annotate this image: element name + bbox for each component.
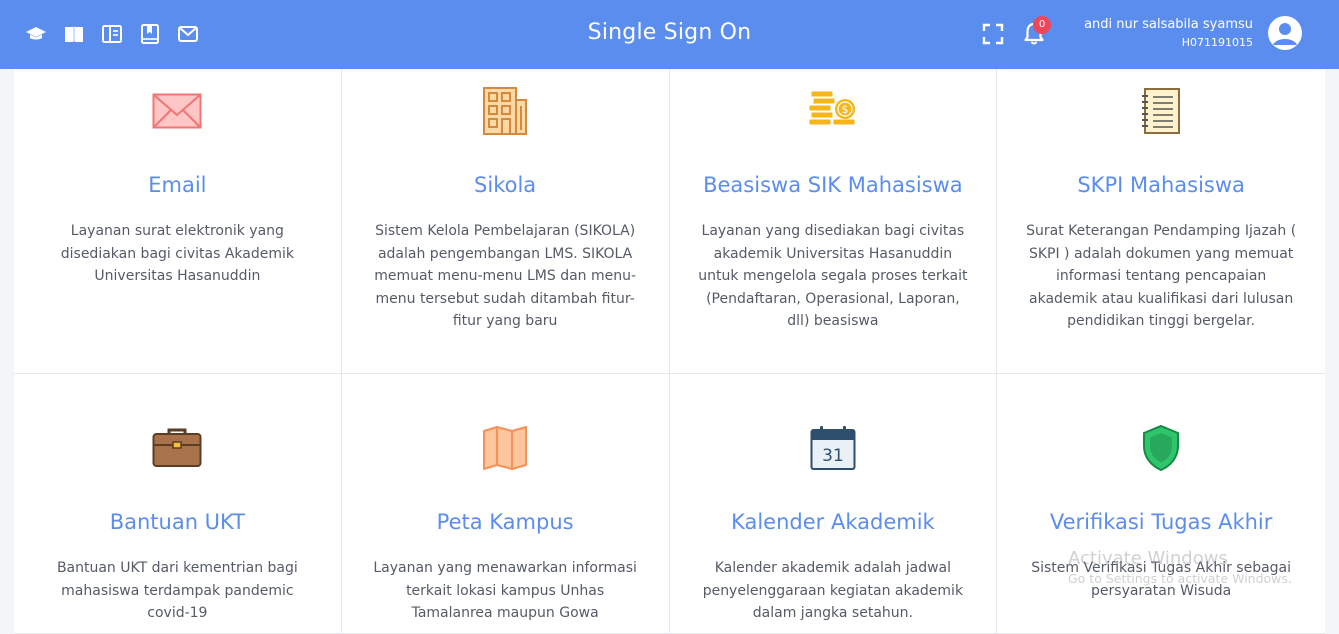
calendar-day: 31	[822, 446, 844, 466]
briefcase-icon	[152, 428, 202, 467]
svg-text:$: $	[841, 103, 848, 116]
top-bar: Single Sign On 0 andi nur salsabila syam…	[0, 0, 1339, 69]
service-description: Layanan yang disediakan bagi civitas aka…	[698, 223, 968, 329]
service-title: Verifikasi Tugas Akhir	[1049, 510, 1273, 534]
coins-icon: $	[808, 90, 856, 126]
avatar[interactable]	[1268, 16, 1302, 50]
service-card-sikola[interactable]: Sikola Sistem Kelola Pembelajaran (SIKOL…	[341, 69, 670, 374]
service-description: Kalender akademik adalah jadwal penyelen…	[702, 560, 964, 621]
service-description: Layanan surat elektronik yang disediakan…	[60, 223, 294, 284]
user-name: andi nur salsabila syamsu	[1084, 17, 1253, 32]
fullscreen-icon[interactable]	[982, 23, 1006, 47]
service-card-beasiswa[interactable]: $ Beasiswa SIK Mahasiswa Layanan yang di…	[669, 69, 998, 374]
user-id: H071191015	[1181, 36, 1253, 49]
service-title: Bantuan UKT	[109, 510, 246, 534]
nav-icons	[24, 22, 200, 46]
calendar-icon: 31	[810, 426, 856, 470]
envelope-icon[interactable]	[176, 22, 200, 46]
service-title: SKPI Mahasiswa	[1077, 173, 1245, 197]
service-card-bantuan-ukt[interactable]: Bantuan UKT Bantuan UKT dari kementrian …	[14, 374, 342, 634]
user-info[interactable]: andi nur salsabila syamsu H071191015	[1084, 16, 1253, 52]
notebook-icon	[1142, 88, 1181, 134]
service-description: Bantuan UKT dari kementrian bagi mahasis…	[56, 560, 298, 621]
building-icon	[483, 87, 528, 135]
map-icon	[483, 426, 528, 470]
user-avatar-icon	[1273, 23, 1297, 45]
service-title: Beasiswa SIK Mahasiswa	[703, 173, 963, 197]
columns-book-icon[interactable]	[100, 22, 124, 46]
service-card-kalender[interactable]: 31 Kalender Akademik Kalender akademik a…	[669, 374, 998, 634]
graduation-cap-icon[interactable]	[24, 22, 48, 46]
service-card-peta-kampus[interactable]: Peta Kampus Layanan yang menawarkan info…	[341, 374, 670, 634]
service-card-email[interactable]: Email Layanan surat elektronik yang dise…	[14, 69, 342, 374]
service-title: Peta Kampus	[436, 510, 574, 534]
service-card-verifikasi[interactable]: Verifikasi Tugas Akhir Sistem Verifikasi…	[997, 374, 1325, 634]
service-description: Surat Keterangan Pendamping Ijazah ( SKP…	[1026, 223, 1297, 329]
book-open-icon[interactable]	[62, 22, 86, 46]
service-description: Sistem Verifikasi Tugas Akhir sebagai pe…	[1031, 560, 1292, 599]
service-grid: Email Layanan surat elektronik yang dise…	[14, 69, 1325, 634]
service-title: Email	[148, 173, 207, 197]
service-description: Layanan yang menawarkan informasi terkai…	[373, 560, 637, 621]
notification-badge: 0	[1033, 16, 1051, 34]
bookmark-book-icon[interactable]	[138, 22, 162, 46]
service-card-skpi[interactable]: SKPI Mahasiswa Surat Keterangan Pendampi…	[997, 69, 1325, 374]
service-title: Sikola	[474, 173, 537, 197]
service-title: Kalender Akademik	[731, 510, 935, 534]
envelope-icon	[152, 93, 202, 129]
service-description: Sistem Kelola Pembelajaran (SIKOLA) adal…	[374, 223, 637, 329]
shield-icon	[1143, 424, 1180, 472]
